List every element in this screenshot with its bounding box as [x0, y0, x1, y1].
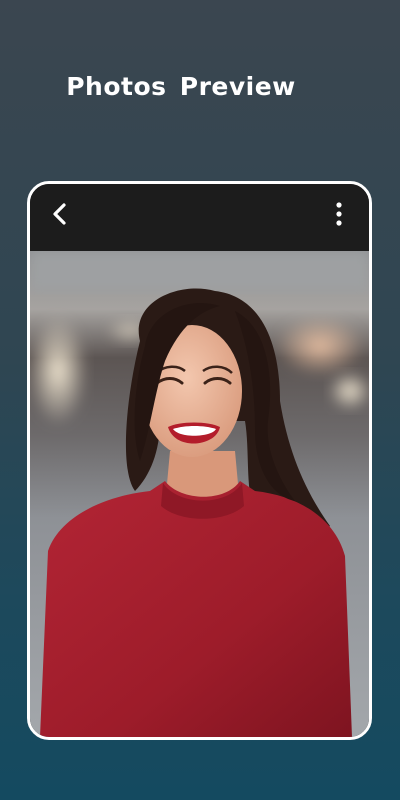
back-button[interactable] — [46, 200, 74, 228]
more-vertical-icon — [336, 202, 342, 226]
more-options-button[interactable] — [327, 198, 351, 230]
viewer-toolbar — [30, 184, 369, 251]
preview-photo[interactable] — [30, 251, 369, 737]
page-title: Photos Preview — [66, 72, 296, 101]
portrait-photo — [30, 251, 369, 737]
photo-viewer-frame — [27, 181, 372, 740]
chevron-left-icon — [53, 203, 66, 225]
